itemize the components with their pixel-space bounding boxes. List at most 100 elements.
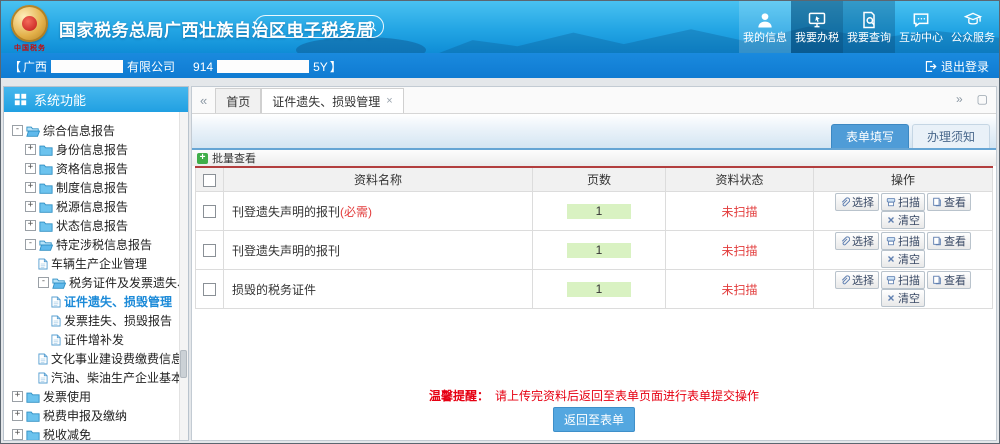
form-fill-tab[interactable]: 表单填写 [831, 124, 909, 148]
document-name: 刊登遗失声明的报刊 [232, 244, 340, 258]
view-button[interactable]: 查看 [927, 193, 971, 211]
tree-item-label: 身份信息报告 [56, 141, 128, 158]
tab-certificate-loss[interactable]: 证件遗失、损毁管理 × [261, 88, 403, 113]
tabs-scroll-right-icon[interactable]: » [956, 92, 963, 106]
expand-icon[interactable]: + [25, 163, 36, 174]
expand-icon[interactable]: + [12, 391, 23, 402]
view-button[interactable]: 查看 [927, 271, 971, 289]
clear-button[interactable]: 清空 [881, 250, 925, 268]
tree-item[interactable]: + 身份信息报告 [8, 140, 180, 159]
row-checkbox[interactable] [203, 205, 216, 218]
expand-icon[interactable]: + [12, 410, 23, 421]
table-row: 刊登遗失声明的报刊1未扫描选择扫描查看清空 [196, 231, 993, 270]
tree-item[interactable]: +税源信息报告 [8, 197, 180, 216]
nav-label: 我要办税 [795, 33, 839, 44]
collapse-icon[interactable]: - [12, 125, 23, 136]
row-checkbox[interactable] [203, 283, 216, 296]
tree-item[interactable]: 文化事业建设费缴费信息报告 [8, 349, 180, 368]
return-to-form-button[interactable]: 返回至表单 [553, 407, 635, 432]
pages-count: 1 [567, 204, 631, 219]
scan-button[interactable]: 扫描 [881, 232, 925, 250]
select-file-button[interactable]: 选择 [835, 193, 879, 211]
tree-item-label: 综合信息报告 [43, 122, 115, 139]
expand-icon[interactable]: + [25, 182, 36, 193]
nav-interaction-center[interactable]: 互动中心 [895, 1, 947, 53]
scan-status: 未扫描 [666, 270, 814, 309]
row-checkbox[interactable] [203, 244, 216, 257]
redacted-company-name [51, 60, 123, 73]
tree-item[interactable]: +资格信息报告 [8, 159, 180, 178]
nav-public-service[interactable]: 公众服务 [947, 1, 999, 53]
sidebar: 系统功能 -综合信息报告+身份信息报告+资格信息报告+制度信息报告+税源信息报告… [3, 86, 189, 441]
required-flag: (必需) [340, 205, 372, 219]
tax-bureau-logo [11, 5, 48, 42]
tree-item[interactable]: +税费申报及缴纳 [8, 406, 180, 425]
tab-label: 首页 [226, 93, 250, 110]
expand-icon[interactable]: + [25, 201, 36, 212]
expand-icon[interactable]: + [25, 220, 36, 231]
logo-caption: 中国税务 [5, 43, 55, 53]
expand-icon[interactable]: + [25, 144, 36, 155]
clear-button[interactable]: 清空 [881, 289, 925, 307]
tree-item[interactable]: 发票挂失、损毁报告 [8, 311, 180, 330]
tree-item[interactable]: +发票使用 [8, 387, 180, 406]
clear-icon [886, 215, 896, 225]
tree-item[interactable]: +税收减免 [8, 425, 180, 441]
tree-item-label: 状态信息报告 [56, 217, 128, 234]
nav-tax-query[interactable]: 我要查询 [843, 1, 895, 53]
tree-item[interactable]: +制度信息报告 [8, 178, 180, 197]
document-name: 损毁的税务证件 [232, 283, 316, 297]
scrollbar-thumb[interactable] [180, 350, 187, 378]
scan-button[interactable]: 扫描 [881, 271, 925, 289]
select-file-button[interactable]: 选择 [835, 232, 879, 250]
folder-icon [39, 201, 53, 213]
tree-item[interactable]: 车辆生产企业管理 [8, 254, 180, 273]
nav-label: 我要查询 [847, 33, 891, 44]
logout-button[interactable]: 退出登录 [924, 58, 989, 75]
tree-item-label: 税务证件及发票遗失、损毁报告 [69, 274, 180, 291]
view-button[interactable]: 查看 [927, 232, 971, 250]
logout-icon [924, 60, 937, 73]
collapse-icon[interactable]: - [38, 277, 49, 288]
expand-icon[interactable]: + [12, 429, 23, 440]
clear-button[interactable]: 清空 [881, 211, 925, 229]
tree-item[interactable]: - 综合信息报告 [8, 121, 180, 140]
notice-tab[interactable]: 办理须知 [912, 124, 990, 148]
tab-home[interactable]: 首页 [215, 88, 261, 113]
folder-icon [26, 410, 40, 422]
tab-bar: « 首页 证件遗失、损毁管理 × » ▢ [192, 87, 996, 114]
etax-window: 中国税务 国家税务总局广西壮族自治区电子税务局 我的信息我要办税我要查询互动中心… [0, 0, 1000, 444]
collapse-icon[interactable]: - [25, 239, 36, 250]
scan-icon [886, 236, 896, 246]
pages-count: 1 [567, 243, 631, 258]
select-all-checkbox[interactable] [203, 174, 216, 187]
select-file-button[interactable]: 选择 [835, 271, 879, 289]
tree-item[interactable]: + 状态信息报告 [8, 216, 180, 235]
table-body: 刊登遗失声明的报刊(必需)1未扫描选择扫描查看清空刊登遗失声明的报刊1未扫描选择… [196, 192, 993, 309]
nav-do-tax[interactable]: 我要办税 [791, 1, 843, 53]
tree-item-label: 证件增补发 [64, 331, 124, 348]
tree-item[interactable]: 汽油、柴油生产企业基本情况登记 [8, 368, 180, 387]
main-panel: « 首页 证件遗失、损毁管理 × » ▢ 表单填写 办理须知 + 批量查看 [191, 86, 997, 441]
batch-view-icon: + [197, 153, 208, 164]
desktop-icon [807, 10, 827, 30]
close-icon[interactable]: × [386, 95, 392, 107]
scan-button[interactable]: 扫描 [881, 193, 925, 211]
sidebar-scrollbar[interactable] [179, 112, 188, 440]
search-icon[interactable] [364, 19, 378, 33]
user-icon [755, 10, 775, 30]
doc-search-icon [859, 10, 879, 30]
tabs-scroll-left-icon[interactable]: « [200, 93, 207, 108]
tree-item[interactable]: 证件增补发 [8, 330, 180, 349]
tree-item[interactable]: - 税务证件及发票遗失、损毁报告 [8, 273, 180, 292]
maximize-icon[interactable]: ▢ [977, 92, 988, 106]
documents-table: 资料名称 页数 资料状态 操作 刊登遗失声明的报刊(必需)1未扫描选择扫描查看清… [195, 166, 993, 309]
tree-item[interactable]: -特定涉税信息报告 [8, 235, 180, 254]
toolbar: + 批量查看 [192, 150, 996, 166]
file-icon [51, 315, 61, 327]
table-row: 损毁的税务证件1未扫描选择扫描查看清空 [196, 270, 993, 309]
batch-view-button[interactable]: 批量查看 [212, 150, 256, 166]
nav-my-info[interactable]: 我的信息 [739, 1, 791, 53]
warning-message: 温馨提醒：请上传完资料后返回至表单页面进行表单提交操作 [192, 387, 996, 404]
tree-item[interactable]: 证件遗失、损毁管理 [8, 292, 180, 311]
